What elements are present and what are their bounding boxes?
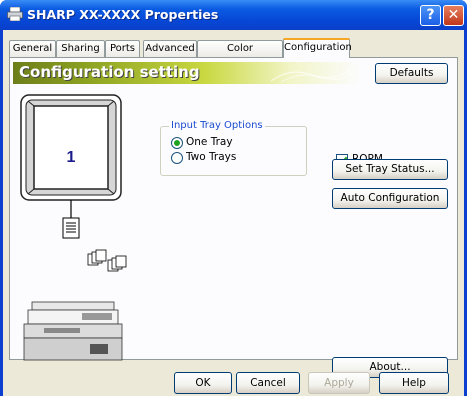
tab-ports[interactable]: Ports (105, 40, 140, 57)
two-trays-radio[interactable] (171, 152, 183, 164)
dialog-client: General Sharing Ports Advanced Color Man… (3, 30, 464, 396)
title-bar: SHARP XX-XXXX Properties ? ✕ (0, 0, 467, 30)
input-tray-group-label: Input Tray Options (169, 120, 265, 131)
cancel-button[interactable]: Cancel (236, 372, 300, 394)
auto-configuration-button[interactable]: Auto Configuration (332, 188, 448, 209)
tab-general[interactable]: General (9, 40, 56, 57)
help-button[interactable]: Help (379, 372, 449, 394)
tab-advanced[interactable]: Advanced (143, 40, 197, 57)
printer-preview: 1 (20, 94, 127, 361)
set-tray-status-button[interactable]: Set Tray Status... (332, 159, 448, 180)
config-banner: Configuration setting (13, 62, 361, 84)
configuration-panel: Configuration setting Defaults 1 Input T… (9, 57, 458, 378)
properties-window: SHARP XX-XXXX Properties ? ✕ General Sha… (0, 0, 467, 396)
one-tray-label[interactable]: One Tray (186, 136, 233, 148)
banner-title: Configuration setting (19, 63, 200, 81)
tab-color-management[interactable]: Color Management (197, 40, 283, 70)
help-title-button[interactable]: ? (420, 5, 441, 26)
copier-machine-icon (23, 301, 123, 361)
defaults-label: Defaults (389, 67, 434, 79)
tab-sharing[interactable]: Sharing (56, 40, 105, 57)
ok-button[interactable]: OK (174, 372, 232, 394)
window-title: SHARP XX-XXXX Properties (27, 7, 219, 22)
document-icon (62, 217, 80, 239)
banner-graphic-icon (271, 68, 351, 83)
input-tray-groupbox: Input Tray Options One Tray Two Trays (160, 120, 307, 176)
apply-button[interactable]: Apply (308, 372, 370, 394)
tab-configuration[interactable]: Configuration (283, 38, 352, 58)
close-button[interactable]: ✕ (443, 5, 464, 26)
one-tray-radio[interactable] (171, 137, 183, 149)
tray-number: 1 (67, 149, 76, 166)
printer-icon (7, 7, 23, 21)
tray-frame-icon (20, 94, 122, 201)
two-trays-label[interactable]: Two Trays (186, 151, 236, 163)
defaults-button[interactable]: Defaults (375, 63, 448, 84)
stacked-documents-icon (87, 249, 127, 272)
